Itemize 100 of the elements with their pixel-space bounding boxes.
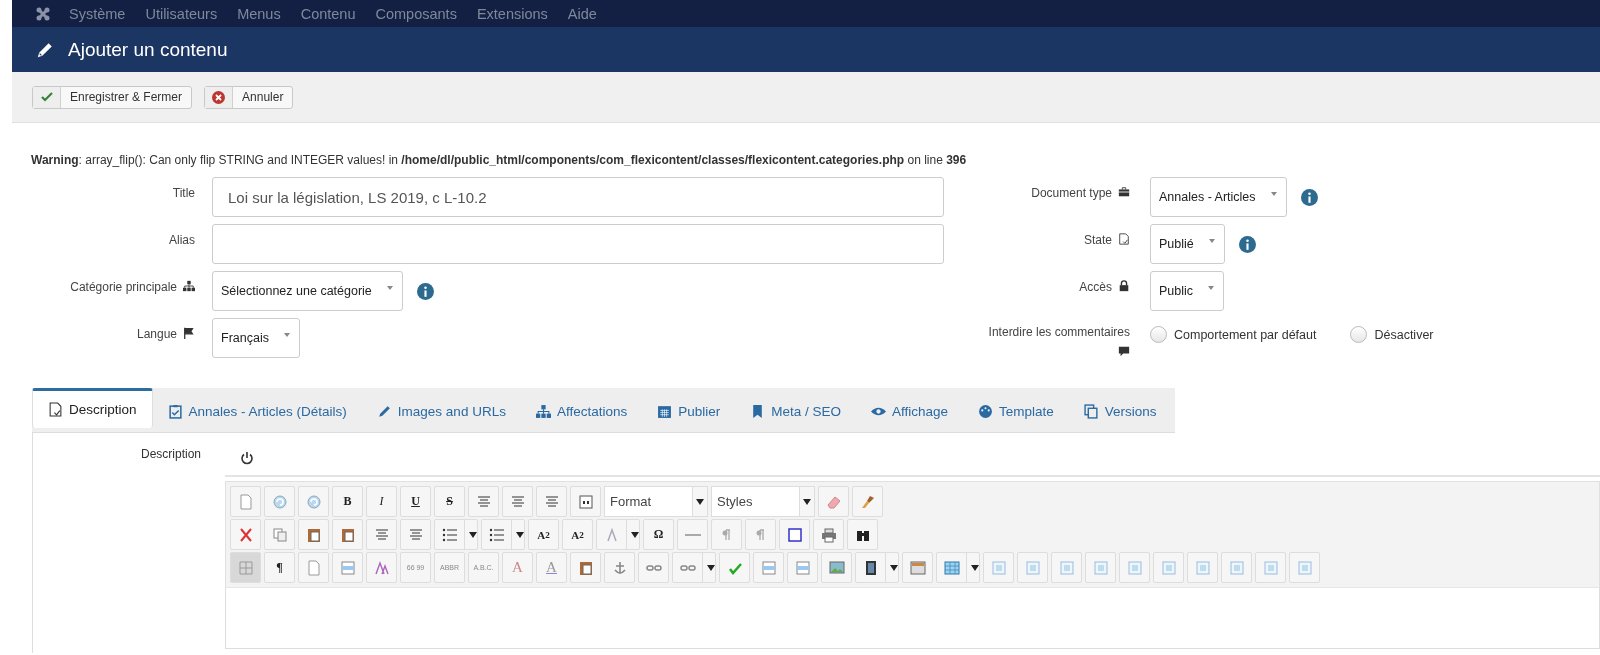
copy-icon	[271, 526, 288, 543]
align-icon	[509, 493, 526, 510]
page-icon	[305, 559, 322, 576]
palette-icon	[978, 404, 994, 419]
list-icon	[442, 526, 458, 543]
page-title: Ajouter un contenu	[68, 38, 228, 61]
menu-item[interactable]: Menus	[237, 5, 281, 22]
pencil-icon	[36, 40, 54, 59]
align-icon	[475, 493, 492, 510]
editor-split-button[interactable]	[855, 552, 899, 583]
rule-icon	[683, 533, 702, 536]
clipboard-icon	[339, 526, 356, 543]
cell-icon	[1024, 559, 1041, 576]
clipboard-icon	[305, 526, 322, 543]
tab[interactable]: Publier	[642, 388, 736, 432]
editor-button[interactable]: Ω	[643, 519, 674, 550]
power-icon[interactable]	[240, 451, 254, 465]
document-icon	[48, 402, 63, 417]
pencil-icon	[376, 404, 392, 419]
dropdown[interactable]: Public	[1150, 271, 1225, 311]
tab[interactable]: Template	[963, 388, 1069, 432]
cell-icon	[1126, 559, 1143, 576]
editor-split-button[interactable]	[434, 519, 478, 550]
dropdown[interactable]: Français	[212, 318, 300, 358]
copies-icon	[1083, 404, 1099, 419]
briefcase-icon	[1118, 186, 1130, 198]
cell-icon	[1228, 559, 1245, 576]
tab[interactable]: Images and URLs	[361, 388, 521, 432]
editor-button[interactable]	[847, 519, 878, 550]
menu-item[interactable]: Extensions	[476, 5, 548, 22]
logo-icon	[35, 5, 51, 22]
tab[interactable]: Annales - Articles (Détails)	[152, 388, 362, 432]
cell-icon	[1262, 559, 1279, 576]
radio-label: Désactiver	[1374, 327, 1434, 342]
style-dropdown[interactable]: Styles	[711, 486, 815, 517]
menu-item[interactable]: Composants	[375, 5, 457, 22]
radio-option[interactable]: Désactiver	[1350, 326, 1434, 343]
warning-message: Warning: array_flip(): Can only flip STRING and INTEGER values! in /home/dl/public_html/components/com_flexicontent/classes/flexicontent.categories.php on line 396	[31, 153, 968, 167]
quote-icon	[577, 493, 594, 510]
cell-icon	[1296, 559, 1313, 576]
editor-split-button[interactable]	[481, 519, 525, 550]
cancel-button[interactable]: Annuler	[204, 85, 294, 109]
radio-button[interactable]	[1150, 326, 1167, 343]
style-dropdown[interactable]: Format	[604, 486, 708, 517]
clipboard-icon	[577, 559, 594, 576]
grid-icon	[237, 559, 254, 576]
window-icon	[760, 559, 777, 576]
window-icon	[794, 559, 811, 576]
align-icon	[373, 526, 390, 543]
editor-button[interactable]: I	[366, 486, 397, 517]
list-icon	[489, 526, 505, 543]
page-icon	[237, 493, 254, 510]
sitemap-icon	[535, 404, 551, 419]
info-icon[interactable]	[1238, 235, 1256, 253]
document-icon	[1118, 233, 1130, 245]
editor-button[interactable]: S	[434, 486, 465, 517]
film-icon	[863, 559, 879, 576]
cell-icon	[990, 559, 1007, 576]
save-close-button[interactable]: Enregistrer & Fermer	[32, 85, 193, 109]
dropdown[interactable]: Sélectionnez une catégorie	[212, 271, 403, 311]
field-label: Alias	[169, 233, 195, 247]
frame-icon	[786, 526, 803, 543]
text-field[interactable]: Loi sur la législation, LS 2019, c L-10.2	[212, 177, 944, 217]
calendar-icon	[909, 559, 926, 576]
menu-item[interactable]: Contenu	[300, 5, 356, 22]
text-field[interactable]	[212, 224, 944, 264]
editor-button[interactable]: U	[400, 486, 431, 517]
align-icon	[407, 526, 424, 543]
menu-item[interactable]: Système	[69, 5, 126, 22]
tab[interactable]: Affichage	[856, 388, 964, 432]
tab[interactable]: Meta / SEO	[735, 388, 856, 432]
field-label: Accès	[1079, 280, 1112, 294]
radio-option[interactable]: Comportement par défaut	[1150, 326, 1317, 343]
dropdown[interactable]: Annales - Articles	[1150, 177, 1287, 217]
radio-button[interactable]	[1350, 326, 1368, 343]
menu-item[interactable]: Utilisateurs	[145, 5, 218, 22]
editor-button[interactable]: B	[332, 486, 363, 517]
sitemap-icon	[183, 280, 195, 292]
table-icon	[944, 559, 960, 576]
cell-icon	[1160, 559, 1177, 576]
field-label: Langue	[136, 327, 177, 341]
menu-item[interactable]: Aide	[567, 5, 597, 22]
field-label: State	[1083, 233, 1112, 247]
scissors-icon	[237, 526, 254, 543]
info-icon[interactable]	[416, 282, 434, 300]
field-label: Description	[139, 447, 202, 463]
dropdown[interactable]: Publié	[1150, 224, 1225, 264]
anchor-icon	[611, 559, 628, 576]
tab[interactable]: Description	[32, 388, 153, 428]
font-icon	[373, 559, 390, 576]
tab[interactable]: Affectations	[520, 388, 643, 432]
clipboard-check-icon	[167, 404, 183, 419]
close-icon	[212, 90, 226, 104]
flag-icon	[183, 327, 195, 339]
align-icon	[543, 493, 560, 510]
tab[interactable]: Versions	[1068, 388, 1172, 432]
editor-button[interactable]: ¶	[264, 552, 295, 583]
info-icon[interactable]	[1300, 188, 1318, 206]
field-label: Interdire les commentaires	[988, 325, 1130, 339]
image-icon	[828, 559, 845, 576]
